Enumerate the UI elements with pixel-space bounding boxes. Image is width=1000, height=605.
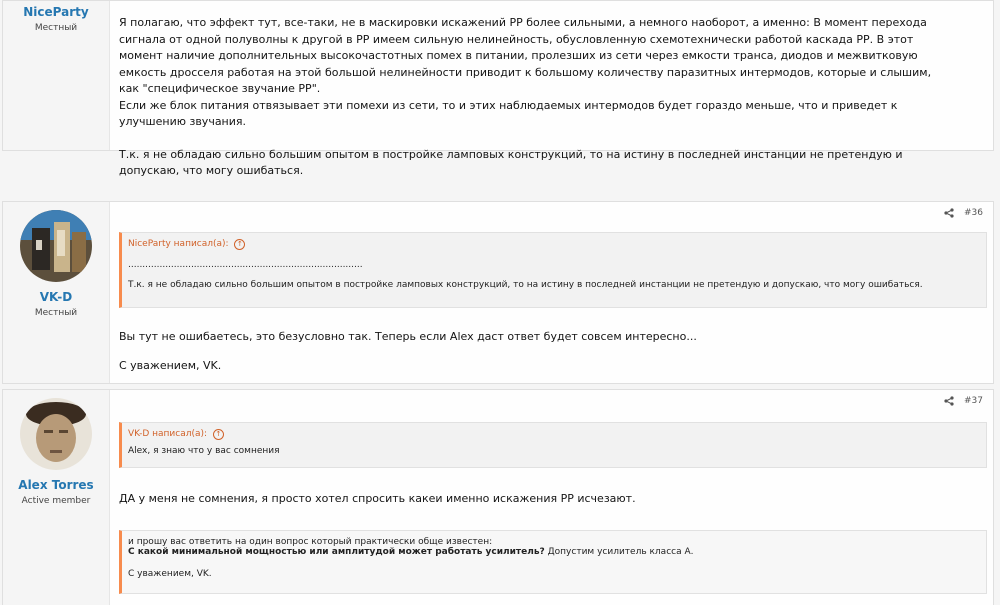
quote-header[interactable]: VK-D написал(а): ↑ [122,423,986,440]
quote-content: и прошу вас ответить на один вопрос кото… [122,531,986,585]
quote-author[interactable]: NiceParty написал(а): [128,239,229,249]
user-panel: Alex Torres Active member [3,390,110,605]
user-panel: VK-D Местный [3,202,110,383]
quote-content: Alex, я знаю что у вас сомнения [122,440,986,462]
quote-header[interactable]: NiceParty написал(а): ↑ [122,233,986,250]
post-signature: С уважением, VK. [119,358,222,372]
avatar[interactable] [20,398,92,470]
user-title: Местный [34,308,78,318]
user-title: Active member [21,496,91,506]
post-paragraph: Т.к. я не обладаю сильно большим опытом … [119,147,903,178]
quote-block: NiceParty написал(а): ↑ ................… [119,232,987,308]
post-tools: #36 [944,208,983,218]
post-body: ДА у меня не сомнения, я просто хотел сп… [119,491,985,508]
user-panel: NiceParty Местный [3,1,110,150]
username[interactable]: Alex Torres [3,478,109,492]
quote-block: VK-D написал(а): ↑ Alex, я знаю что у ва… [119,422,987,468]
quote-text: Допустим усилитель класса А. [544,547,694,557]
post-paragraph: Если же блок питания отвязывает эти поме… [119,98,898,129]
quote-content: ........................................… [122,250,986,296]
quote-author[interactable]: VK-D написал(а): [128,429,207,439]
quote-line: Т.к. я не обладаю сильно большим опытом … [128,280,923,290]
quote-line: Alex, я знаю что у вас сомнения [128,446,280,456]
user-title: Местный [34,23,78,33]
quote-signature: С уважением, VK. [128,569,212,579]
quote-line: С какой минимальной мощностью или амплит… [128,547,978,557]
username[interactable]: VK-D [3,290,109,304]
quote-block: и прошу вас ответить на один вопрос кото… [119,530,987,594]
post-number[interactable]: #36 [964,208,983,218]
username[interactable]: NiceParty [3,5,109,19]
post-paragraph: Я полагаю, что эффект тут, все-таки, не … [119,16,932,95]
post-paragraph: ДА у меня не сомнения, я просто хотел сп… [119,492,636,505]
quote-line: ........................................… [128,260,363,270]
post-tools: #37 [944,396,983,406]
post-number[interactable]: #37 [964,396,983,406]
post: Alex Torres Active member #37 VK-D напис… [2,389,994,605]
post-body: Вы тут не ошибаетесь, это безусловно так… [119,329,985,374]
post-body: Я полагаю, что эффект тут, все-таки, не … [119,15,933,180]
post: NiceParty Местный Я полагаю, что эффект … [2,0,994,177]
arrow-up-circle-icon[interactable]: ↑ [234,239,246,250]
post: VK-D Местный #36 NiceParty написал(а): ↑… [2,201,994,384]
quote-line: и прошу вас ответить на один вопрос кото… [128,537,493,547]
arrow-up-circle-icon[interactable]: ↑ [212,429,224,440]
share-icon[interactable] [944,396,954,406]
quote-bold-text: С какой минимальной мощностью или амплит… [128,547,545,557]
share-icon[interactable] [944,208,954,218]
avatar[interactable] [20,210,92,282]
post-paragraph: Вы тут не ошибаетесь, это безусловно так… [119,330,697,343]
